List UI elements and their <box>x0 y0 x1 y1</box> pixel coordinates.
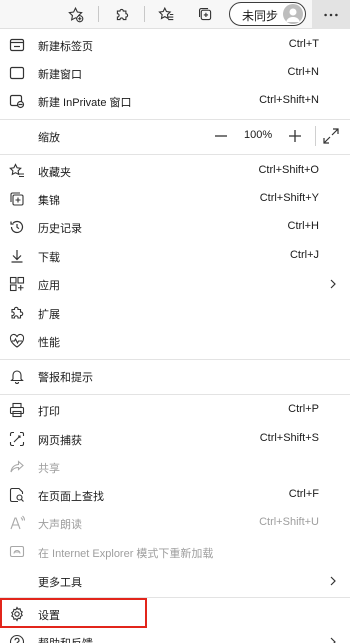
new-window-icon <box>9 65 25 81</box>
menu-divider <box>0 597 350 598</box>
add-favorite-icon[interactable] <box>64 3 86 25</box>
menu-item-performance[interactable]: 性能 <box>0 327 350 355</box>
extensions-icon <box>9 305 25 321</box>
menu-item-shortcut: Ctrl+Shift+U <box>259 516 319 528</box>
menu-item-new-inprivate[interactable]: 新建 InPrivate 窗口 Ctrl+Shift+N <box>0 87 350 115</box>
print-icon <box>9 402 25 418</box>
read-aloud-icon <box>9 515 26 531</box>
menu-item-read-aloud: 大声朗读 Ctrl+Shift+U <box>0 509 350 537</box>
menu-item-zoom: 缩放 100% <box>0 122 350 152</box>
menu-item-shortcut: Ctrl+Shift+O <box>258 164 319 176</box>
menu-item-favorites[interactable]: 收藏夹 Ctrl+Shift+O <box>0 157 350 185</box>
web-capture-icon <box>9 431 25 447</box>
menu-item-more-tools[interactable]: 更多工具 <box>0 567 350 595</box>
find-on-page-icon <box>9 487 25 503</box>
menu-item-label: 应用 <box>38 280 60 292</box>
zoom-level: 100% <box>244 129 273 141</box>
browser-toolbar: 未同步 <box>0 0 350 29</box>
menu-item-label: 历史记录 <box>38 223 82 235</box>
menu-item-collections[interactable]: 集锦 Ctrl+Shift+Y <box>0 185 350 213</box>
chevron-right-icon <box>326 276 340 292</box>
menu-divider <box>0 119 350 120</box>
menu-item-downloads[interactable]: 下载 Ctrl+J <box>0 242 350 270</box>
menu-item-label: 大声朗读 <box>38 519 82 531</box>
menu-item-label: 下载 <box>38 252 60 264</box>
more-button[interactable] <box>312 0 350 29</box>
menu-item-shortcut: Ctrl+Shift+N <box>259 94 319 106</box>
menu-item-shortcut: Ctrl+P <box>288 403 319 415</box>
menu-item-label: 收藏夹 <box>38 167 71 179</box>
menu-item-shortcut: Ctrl+H <box>287 220 319 232</box>
menu-item-web-capture[interactable]: 网页捕获 Ctrl+Shift+S <box>0 425 350 453</box>
menu-item-history[interactable]: 历史记录 Ctrl+H <box>0 213 350 241</box>
menu-item-label: 更多工具 <box>38 577 82 589</box>
menu-item-extensions[interactable]: 扩展 <box>0 299 350 327</box>
zoom-out-button[interactable] <box>214 128 228 144</box>
download-icon <box>9 248 25 264</box>
favorites-icon[interactable] <box>155 3 177 25</box>
menu-divider <box>0 394 350 395</box>
menu-item-shortcut: Ctrl+T <box>288 38 319 50</box>
inprivate-window-icon <box>9 93 25 109</box>
help-icon <box>9 634 25 643</box>
menu-item-label: 新建 InPrivate 窗口 <box>38 97 132 109</box>
menu-item-label: 网页捕获 <box>38 435 82 447</box>
fullscreen-icon[interactable] <box>322 127 340 145</box>
toolbar-divider <box>144 6 145 22</box>
menu-item-label: 集锦 <box>38 195 60 207</box>
performance-icon <box>9 333 25 349</box>
menu-item-share: 共享 <box>0 453 350 481</box>
menu-item-new-window[interactable]: 新建窗口 Ctrl+N <box>0 59 350 87</box>
chevron-right-icon <box>326 573 340 589</box>
menu-item-new-tab[interactable]: 新建标签页 Ctrl+T <box>0 31 350 59</box>
menu-divider <box>0 359 350 360</box>
menu-item-help-feedback[interactable]: 帮助和反馈 <box>0 628 350 643</box>
menu-item-find-on-page[interactable]: 在页面上查找 Ctrl+F <box>0 481 350 509</box>
chevron-right-icon <box>326 634 340 643</box>
menu-item-ie-mode: 在 Internet Explorer 模式下重新加载 <box>0 538 350 566</box>
avatar <box>283 4 303 24</box>
menu-item-apps[interactable]: 应用 <box>0 270 350 298</box>
zoom-divider <box>315 126 316 146</box>
menu-item-print[interactable]: 打印 Ctrl+P <box>0 396 350 424</box>
menu-item-label: 在 Internet Explorer 模式下重新加载 <box>38 548 214 560</box>
menu-item-shortcut: Ctrl+N <box>287 66 319 78</box>
menu-item-label: 新建窗口 <box>38 69 82 81</box>
menu-item-label: 设置 <box>38 610 60 622</box>
collections-icon <box>9 191 25 207</box>
menu-divider <box>0 154 350 155</box>
menu-item-label: 新建标签页 <box>38 41 93 53</box>
history-icon <box>9 219 25 235</box>
menu-item-shortcut: Ctrl+J <box>289 249 319 261</box>
settings-and-more-menu: 新建标签页 Ctrl+T 新建窗口 Ctrl+N 新建 InPrivate 窗口… <box>0 29 350 643</box>
collections-icon[interactable] <box>194 3 216 25</box>
menu-item-settings[interactable]: 设置 <box>0 600 350 628</box>
bell-icon <box>9 368 25 384</box>
menu-item-label: 扩展 <box>38 309 60 321</box>
menu-item-shortcut: Ctrl+F <box>288 488 319 500</box>
favorites-icon <box>9 163 25 179</box>
new-tab-icon <box>9 37 25 53</box>
gear-icon <box>9 606 25 622</box>
sync-profile-button[interactable]: 未同步 <box>229 2 306 26</box>
menu-item-alerts[interactable]: 警报和提示 <box>0 362 350 390</box>
menu-item-shortcut: Ctrl+Shift+S <box>259 432 319 444</box>
apps-icon <box>9 276 25 292</box>
menu-item-label: 共享 <box>38 463 60 475</box>
extensions-icon[interactable] <box>111 3 133 25</box>
more-icon <box>324 13 338 16</box>
toolbar-divider <box>98 6 99 22</box>
menu-item-label: 打印 <box>38 406 60 418</box>
menu-item-label: 帮助和反馈 <box>38 635 93 643</box>
share-icon <box>9 459 25 475</box>
menu-item-label: 缩放 <box>38 132 60 144</box>
menu-item-label: 警报和提示 <box>38 372 93 384</box>
menu-item-label: 在页面上查找 <box>38 491 104 503</box>
ie-mode-icon <box>9 544 25 560</box>
zoom-in-button[interactable] <box>287 128 303 144</box>
menu-item-shortcut: Ctrl+Shift+Y <box>259 192 319 204</box>
menu-item-label: 性能 <box>38 337 60 349</box>
sync-status-label: 未同步 <box>242 9 279 23</box>
